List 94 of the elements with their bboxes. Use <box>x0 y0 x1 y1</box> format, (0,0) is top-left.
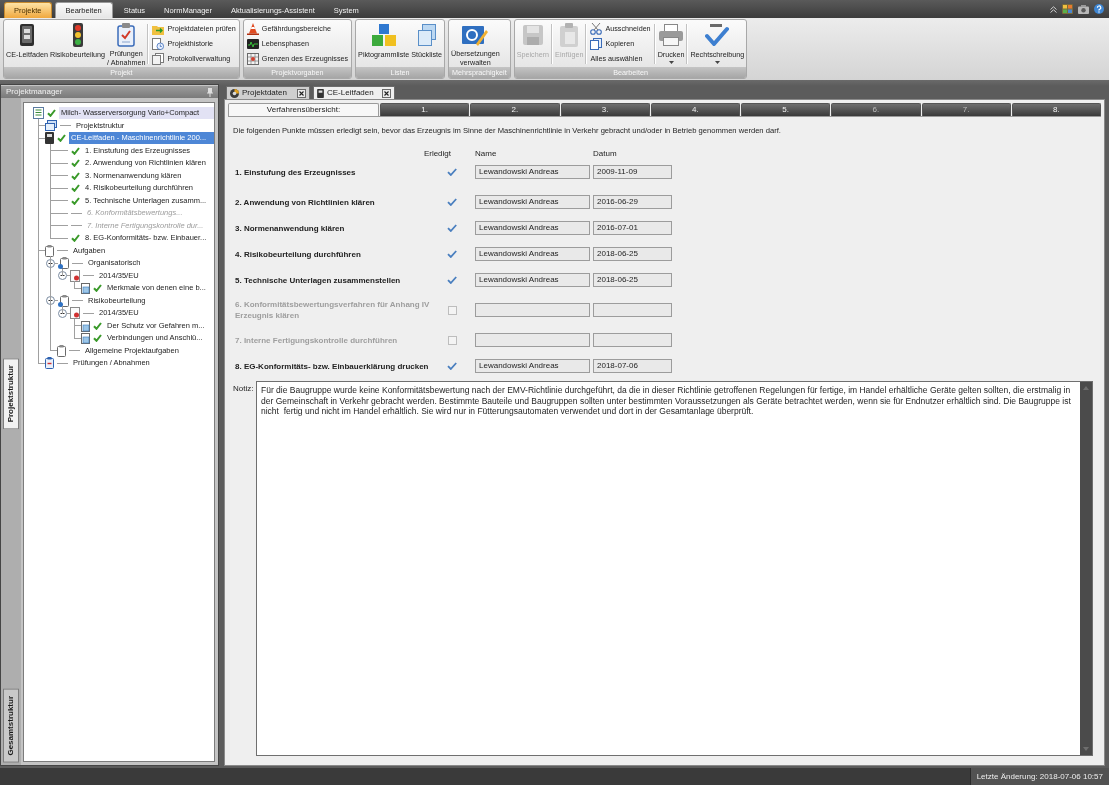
checkbox[interactable] <box>447 276 457 284</box>
name-field[interactable]: Lewandowski Andreas <box>475 165 590 179</box>
name-field[interactable]: Lewandowski Andreas <box>475 221 590 235</box>
name-field[interactable]: Lewandowski Andreas <box>475 273 590 287</box>
collapse-icon[interactable] <box>58 271 67 281</box>
disc-icon <box>230 88 239 98</box>
step-label: 4. Risikobeurteilung durchführen <box>235 248 362 260</box>
arrow-up-icon[interactable] <box>1083 386 1089 390</box>
book-icon <box>317 88 324 98</box>
checkmark-icon <box>705 24 730 46</box>
step-label: 5. Technische Unterlagen zusammenstellen <box>235 274 402 286</box>
date-field[interactable]: 2016-06-29 <box>593 195 672 209</box>
name-field[interactable]: Lewandowski Andreas <box>475 359 590 373</box>
clipboard-icon <box>117 22 136 47</box>
date-field[interactable]: 2016-07-01 <box>593 221 672 235</box>
clipboard-icon <box>560 23 579 47</box>
document-tab[interactable]: CE-Leitfaden <box>313 86 395 99</box>
side-tab[interactable]: Gesamtstruktur <box>3 689 19 763</box>
clipboard-icon <box>45 244 54 257</box>
document-clock-icon <box>152 38 165 50</box>
step-label: 6. Konformitätsbewertungsverfahren für Anhang IV Erzeugnis klären <box>235 299 431 321</box>
collapse-icon[interactable] <box>46 296 55 306</box>
document-tab[interactable]: Projektdaten <box>226 86 310 99</box>
status-text: Letzte Änderung: 2018-07-06 10:57 <box>969 768 1109 785</box>
list-document-icon <box>33 107 44 120</box>
checkbox[interactable] <box>447 250 457 258</box>
stacked-boxes-icon <box>417 24 436 46</box>
clipboard-icon <box>45 357 54 370</box>
picture-pencil-icon <box>462 23 489 46</box>
folder-arrow-icon <box>152 23 165 35</box>
cubes-icon <box>371 24 396 46</box>
document-seal-icon <box>70 307 80 320</box>
pin-icon <box>207 87 213 97</box>
step-label: 3. Normenanwendung klären <box>235 222 346 234</box>
document-seal-icon <box>70 269 80 282</box>
arrow-down-icon[interactable] <box>1083 747 1089 751</box>
traffic-cone-icon <box>246 23 259 35</box>
color-tiles-icon[interactable] <box>1062 4 1073 14</box>
step-tab[interactable]: 8. <box>1011 103 1101 116</box>
step-label: 7. Interne Fertigungskontrolle durchführen <box>235 334 399 346</box>
step-tab[interactable]: 4. <box>650 103 740 116</box>
column-header: Name <box>475 149 497 158</box>
name-field[interactable]: Lewandowski Andreas <box>475 195 590 209</box>
scrollbar[interactable] <box>1080 382 1092 755</box>
task-document-icon <box>81 319 90 332</box>
name-field[interactable]: Lewandowski Andreas <box>475 247 590 261</box>
checkbox[interactable] <box>447 198 457 206</box>
date-field[interactable] <box>593 303 672 317</box>
help-icon[interactable] <box>1094 4 1104 14</box>
double-chevron-up-icon[interactable] <box>1050 5 1057 13</box>
task-document-icon <box>81 332 90 345</box>
documents-icon <box>152 53 165 65</box>
date-field[interactable]: 2009-11-09 <box>593 165 672 179</box>
traffic-light-icon <box>72 23 83 47</box>
task-document-icon <box>81 282 90 295</box>
date-field[interactable]: 2018-06-25 <box>593 247 672 261</box>
printer-icon <box>659 24 683 46</box>
close-icon[interactable] <box>297 88 306 98</box>
checkbox[interactable] <box>447 168 457 176</box>
step-tab[interactable]: 5. <box>741 103 831 116</box>
note-label: Notiz: <box>233 384 254 393</box>
copy-icon <box>590 38 603 50</box>
column-header: Erledigt <box>423 149 451 158</box>
step-label: 2. Anwendung von Richtlinien klären <box>235 196 376 208</box>
name-field[interactable] <box>475 333 590 347</box>
scissors-icon <box>590 23 603 35</box>
step-tab[interactable]: 1. <box>380 103 470 116</box>
collapse-icon[interactable] <box>46 258 55 268</box>
clipboard-badge-icon <box>58 257 69 270</box>
step-tab[interactable]: Verfahrensübersicht: <box>228 103 379 116</box>
checkbox[interactable] <box>447 362 457 370</box>
panel-title: Projektmanager <box>6 87 63 97</box>
step-tab[interactable]: 3. <box>560 103 650 116</box>
camera-icon[interactable] <box>1078 4 1089 14</box>
clipboard-icon <box>57 344 66 357</box>
step-label: 1. Einstufung des Erzeugnisses <box>235 166 357 178</box>
close-icon[interactable] <box>382 88 391 98</box>
step-label: 8. EG-Konformitäts- bzw. Einbauerklärung drucken <box>235 360 430 372</box>
side-tab[interactable]: Projektstruktur <box>3 358 19 430</box>
grid-icon <box>246 53 259 65</box>
book-icon <box>19 24 34 46</box>
windows-icon <box>45 120 57 132</box>
date-field[interactable] <box>593 333 672 347</box>
book-icon <box>45 132 54 145</box>
name-field[interactable] <box>475 303 590 317</box>
note-field[interactable]: Für die Baugruppe wurde keine Konformitätsbewertung nach der EMV-Richtlinie durchgeführt, da die in dieser Richtlinie getroffenen Regelungen für fertige, im Handel erhältliche Geräte gelten sollten, die erstmalig in der Gemeinschaft in Verkehr gebracht werden. Bestimmte Bauteile und Baugruppen sollten unter bestimmten Voraussetzungen als Geräte betrachtet werden, wenn sie für Endnutzer erhältlich sind. Die Baugruppe ist nicht fertig und nicht im Handel erhältlich. Sie wird nur in Fütterungsautomaten verwendet und dort in der Gesamtanlage überprüft. <box>256 381 1093 756</box>
date-field[interactable]: 2018-06-25 <box>593 273 672 287</box>
collapse-icon[interactable] <box>58 308 67 318</box>
clipboard-badge-icon <box>58 294 69 307</box>
column-header: Datum <box>593 149 617 158</box>
monitor-wave-icon <box>246 39 259 49</box>
checkbox[interactable] <box>447 224 457 232</box>
step-tab[interactable]: 2. <box>470 103 560 116</box>
date-field[interactable]: 2018-07-06 <box>593 359 672 373</box>
